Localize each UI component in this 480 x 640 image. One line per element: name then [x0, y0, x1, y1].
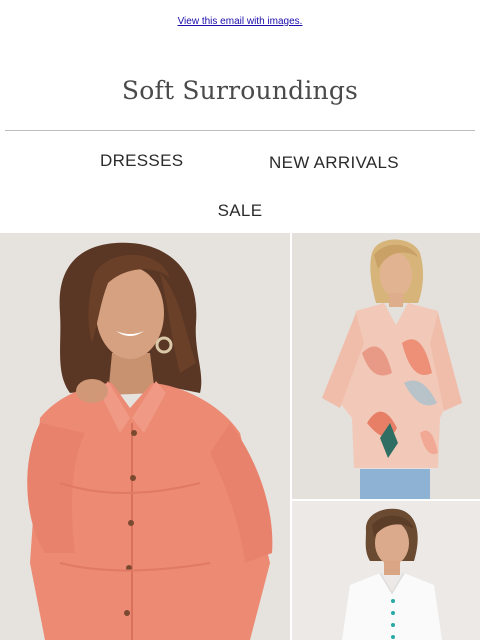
nav-sale-link[interactable]: SALE — [0, 201, 480, 221]
tunic-photo-illustration — [292, 233, 480, 499]
brand-logo[interactable]: Soft Surroundings — [0, 76, 480, 105]
photo-printed-coral-tunic[interactable] — [292, 233, 480, 499]
hero-photo-coral-linen-shirt[interactable] — [0, 233, 290, 640]
header-divider — [5, 130, 475, 131]
nav-dresses-link[interactable]: DRESSES — [100, 151, 183, 171]
nav-new-arrivals-link[interactable]: NEW ARRIVALS — [269, 153, 399, 173]
hero-photo-illustration — [0, 233, 290, 640]
photo-white-shirt[interactable] — [292, 501, 480, 640]
view-email-with-images-link[interactable]: View this email with images. — [0, 16, 480, 27]
white-shirt-photo-illustration — [292, 501, 480, 640]
